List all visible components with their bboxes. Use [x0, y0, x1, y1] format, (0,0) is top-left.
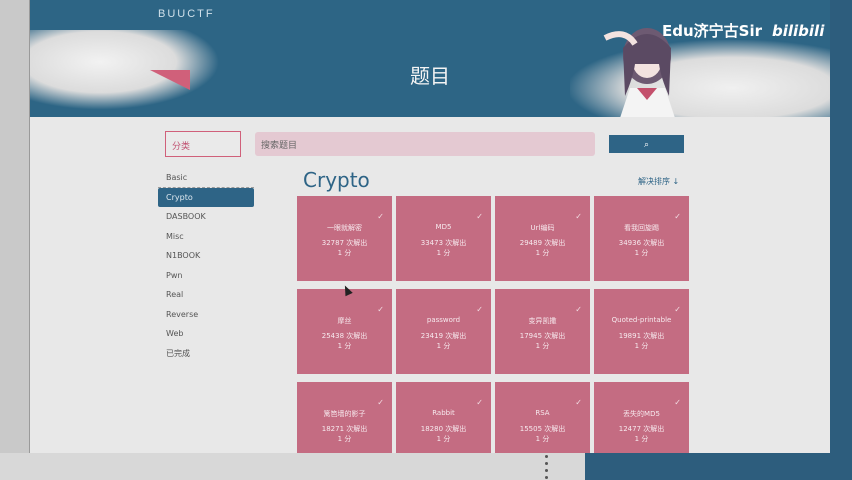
solved-check-icon: ✓	[575, 305, 582, 314]
challenge-solves: 15505 次解出	[519, 425, 566, 433]
challenge-card[interactable]: ✓ 看我回旋踢 34936 次解出 1 分	[594, 196, 689, 281]
challenge-solves: 34936 次解出	[618, 239, 665, 247]
challenge-name: 丢失的MD5	[623, 410, 660, 418]
challenge-name: MD5	[435, 223, 452, 231]
challenge-grid: ✓ 一眼就解密 32787 次解出 1 分 ✓ MD5 33473 次解出 1 …	[297, 196, 689, 453]
challenge-score: 1 分	[535, 249, 550, 257]
sidebar-item-completed[interactable]: 已完成	[158, 344, 254, 364]
header-banner: BUUCTF 题目 Edu济宁古Sir bilibili	[30, 0, 830, 117]
challenge-score: 1 分	[436, 249, 451, 257]
challenge-score: 1 分	[535, 342, 550, 350]
challenge-score: 1 分	[436, 435, 451, 443]
challenge-solves: 18280 次解出	[420, 425, 467, 433]
challenge-card[interactable]: ✓ 丢失的MD5 12477 次解出 1 分	[594, 382, 689, 453]
challenge-card[interactable]: ✓ Quoted-printable 19891 次解出 1 分	[594, 289, 689, 374]
sidebar-item-basic[interactable]: Basic	[158, 168, 254, 188]
search-icon: ⌕	[643, 139, 650, 149]
challenge-score: 1 分	[436, 342, 451, 350]
challenge-score: 1 分	[634, 249, 649, 257]
bilibili-logo: bilibili	[772, 22, 825, 40]
solved-check-icon: ✓	[377, 212, 384, 221]
challenge-card[interactable]: ✓ 篱笆墙的影子 18271 次解出 1 分	[297, 382, 392, 453]
page-title: 题目	[410, 64, 450, 88]
more-dots-icon	[545, 455, 549, 479]
solved-check-icon: ✓	[377, 305, 384, 314]
category-select[interactable]: 分类	[165, 131, 241, 157]
desktop-right-edge	[830, 0, 852, 453]
solved-check-icon: ✓	[674, 212, 681, 221]
sidebar-item-web[interactable]: Web	[158, 324, 254, 344]
challenge-card[interactable]: ✓ password 23419 次解出 1 分	[396, 289, 491, 374]
challenge-name: 看我回旋踢	[624, 224, 659, 232]
challenge-card[interactable]: ✓ Url编码 29489 次解出 1 分	[495, 196, 590, 281]
section-title: Crypto	[303, 168, 370, 192]
challenge-card[interactable]: ✓ 摩丝 25438 次解出 1 分	[297, 289, 392, 374]
challenge-name: Quoted-printable	[611, 316, 672, 324]
sidebar-item-dasbook[interactable]: DASBOOK	[158, 207, 254, 227]
challenge-score: 1 分	[337, 435, 352, 443]
desktop-bottom-panel	[0, 453, 585, 480]
challenge-score: 1 分	[634, 435, 649, 443]
search-button[interactable]: ⌕	[609, 135, 684, 153]
solved-check-icon: ✓	[476, 305, 483, 314]
solved-check-icon: ✓	[575, 398, 582, 407]
challenge-score: 1 分	[337, 342, 352, 350]
challenge-solves: 12477 次解出	[618, 425, 665, 433]
challenge-name: Url编码	[530, 224, 555, 232]
challenge-card[interactable]: ✓ RSA 15505 次解出 1 分	[495, 382, 590, 453]
challenge-solves: 25438 次解出	[321, 332, 368, 340]
solved-check-icon: ✓	[377, 398, 384, 407]
challenge-name: Rabbit	[432, 409, 455, 417]
site-brand[interactable]: BUUCTF	[158, 8, 215, 20]
challenge-score: 1 分	[535, 435, 550, 443]
challenge-solves: 32787 次解出	[321, 239, 368, 247]
category-sidebar: Basic Crypto DASBOOK Misc N1BOOK Pwn Rea…	[158, 168, 254, 363]
challenge-name: 篱笆墙的影子	[323, 410, 366, 418]
challenge-solves: 18271 次解出	[321, 425, 368, 433]
sidebar-item-crypto[interactable]: Crypto	[158, 187, 254, 207]
challenge-name: RSA	[535, 409, 550, 417]
challenge-solves: 19891 次解出	[618, 332, 665, 340]
challenge-card[interactable]: ✓ 变异凯撒 17945 次解出 1 分	[495, 289, 590, 374]
sidebar-item-misc[interactable]: Misc	[158, 227, 254, 247]
watermark-text: Edu济宁古Sir	[662, 22, 763, 40]
sort-toggle[interactable]: 解决排序 ↓	[638, 176, 679, 187]
challenge-score: 1 分	[634, 342, 649, 350]
challenge-solves: 17945 次解出	[519, 332, 566, 340]
search-input[interactable]: 搜索题目	[255, 132, 595, 156]
challenge-solves: 23419 次解出	[420, 332, 467, 340]
sidebar-item-n1book[interactable]: N1BOOK	[158, 246, 254, 266]
sidebar-item-reverse[interactable]: Reverse	[158, 305, 254, 325]
video-watermark: Edu济宁古Sir bilibili	[662, 20, 824, 41]
challenge-name: 变异凯撒	[528, 317, 557, 325]
sidebar-item-real[interactable]: Real	[158, 285, 254, 305]
challenge-name: 一眼就解密	[327, 224, 362, 232]
challenge-score: 1 分	[337, 249, 352, 257]
browser-window: BUUCTF 题目 Edu济宁古Sir bilibili 分类 搜索题目 ⌕ Ba…	[30, 0, 830, 453]
challenge-solves: 33473 次解出	[420, 239, 467, 247]
desktop-left-edge	[0, 0, 30, 480]
challenge-name: 摩丝	[337, 317, 352, 325]
challenge-card[interactable]: ✓ MD5 33473 次解出 1 分	[396, 196, 491, 281]
challenge-card[interactable]: ✓ Rabbit 18280 次解出 1 分	[396, 382, 491, 453]
challenge-name: password	[426, 316, 461, 324]
solved-check-icon: ✓	[575, 212, 582, 221]
sidebar-item-pwn[interactable]: Pwn	[158, 266, 254, 286]
challenge-card[interactable]: ✓ 一眼就解密 32787 次解出 1 分	[297, 196, 392, 281]
solved-check-icon: ✓	[476, 398, 483, 407]
solved-check-icon: ✓	[674, 305, 681, 314]
solved-check-icon: ✓	[674, 398, 681, 407]
solved-check-icon: ✓	[476, 212, 483, 221]
challenge-solves: 29489 次解出	[519, 239, 566, 247]
